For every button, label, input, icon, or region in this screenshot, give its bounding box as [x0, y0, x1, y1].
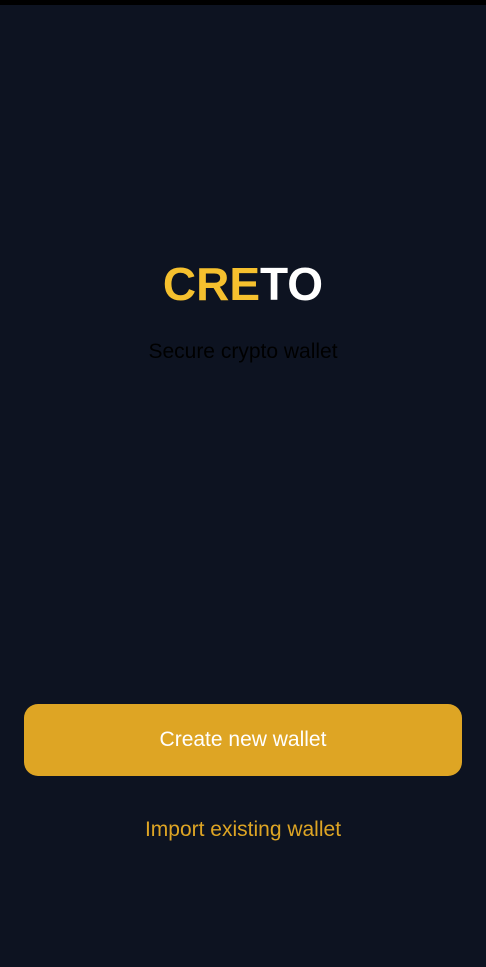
status-bar: [0, 0, 486, 5]
create-wallet-button[interactable]: Create new wallet: [24, 704, 462, 776]
logo-rest-text: TO: [260, 258, 324, 310]
tagline: Secure crypto wallet: [148, 340, 338, 363]
logo-accent-text: CRE: [162, 258, 261, 310]
import-wallet-link[interactable]: Import existing wallet: [0, 815, 486, 845]
app-logo: CRETO: [0, 256, 486, 312]
